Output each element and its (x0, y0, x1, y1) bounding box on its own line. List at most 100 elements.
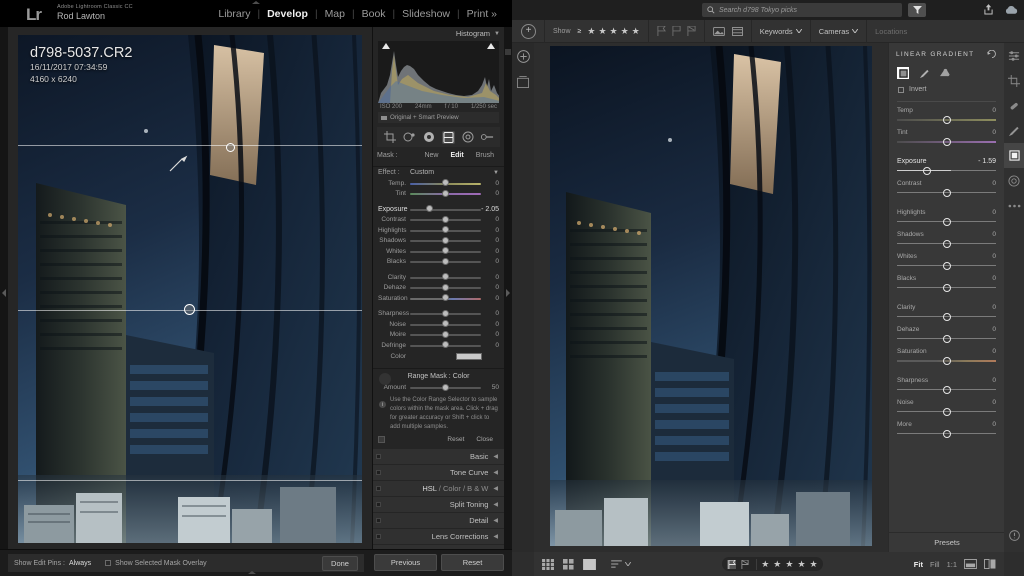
slider-blacks[interactable]: Blacks 0 (373, 257, 504, 268)
linear-gradient-tool-icon[interactable] (897, 67, 909, 79)
presets-button[interactable]: Presets (889, 532, 1005, 552)
more-options-icon[interactable] (1004, 193, 1024, 218)
slider-temp[interactable]: Temp. 0 (373, 178, 504, 189)
cc-slider-whites[interactable]: Whites 0 (889, 248, 1004, 270)
slider-track[interactable] (410, 226, 481, 235)
help-icon[interactable] (1004, 523, 1024, 548)
invert-checkbox[interactable] (898, 86, 904, 93)
gradient-guide-top[interactable] (18, 145, 362, 146)
video-type-icon[interactable] (731, 26, 743, 36)
cc-slider-track[interactable] (897, 115, 996, 124)
optics-icon[interactable] (1004, 168, 1024, 193)
photo-preview[interactable]: d798-5037.CR2 16/11/2017 07:34:59 4160 x… (18, 35, 362, 543)
filter-button[interactable] (908, 3, 926, 17)
add-photo-rail-icon[interactable] (512, 43, 534, 69)
module-print[interactable]: Print » (460, 8, 504, 20)
star-2[interactable]: ★ (598, 26, 606, 37)
star-3[interactable]: ★ (610, 26, 618, 37)
module-library[interactable]: Library (211, 8, 257, 20)
cc-slider-track[interactable] (897, 312, 996, 321)
range-mask-close-button[interactable]: Close (470, 436, 499, 443)
flag-pick-button[interactable] (727, 559, 737, 569)
panel-enable-switch[interactable] (376, 534, 381, 539)
slider-saturation[interactable]: Saturation 0 (373, 293, 504, 304)
slider-defringe[interactable]: Defringe 0 (373, 340, 504, 351)
cc-slider-track[interactable] (897, 166, 996, 175)
cc-slider-highlights[interactable]: Highlights 0 (889, 204, 1004, 226)
cloud-sync-status[interactable] (1004, 5, 1019, 15)
star-3[interactable]: ★ (785, 559, 793, 570)
slider-shadows[interactable]: Shadows 0 (373, 236, 504, 247)
slider-moire[interactable]: Moire 0 (373, 330, 504, 341)
slider-track[interactable] (410, 205, 481, 214)
compare-view-icon[interactable] (964, 559, 977, 569)
slider-track[interactable] (410, 179, 481, 188)
flag-unflagged-icon[interactable] (672, 26, 681, 36)
module-map[interactable]: Map (318, 8, 352, 20)
highlight-clipping-icon[interactable] (487, 43, 495, 49)
red-eye-icon[interactable] (422, 131, 435, 144)
adjustment-brush-icon[interactable] (480, 131, 494, 144)
develop-canvas[interactable]: d798-5037.CR2 16/11/2017 07:34:59 4160 x… (8, 27, 372, 549)
cc-slider-track[interactable] (897, 334, 996, 343)
panel-enable-switch[interactable] (376, 454, 381, 459)
amount-track[interactable] (410, 383, 481, 392)
add-photos-button[interactable]: + (521, 23, 536, 39)
brush-tool-icon[interactable] (918, 67, 930, 79)
zoom-fit-button[interactable]: Fit (914, 560, 923, 569)
healing-brush-icon[interactable] (1004, 93, 1024, 118)
crop-icon[interactable] (1004, 68, 1024, 93)
edit-pins-value[interactable]: Always (69, 560, 91, 567)
cameras-dropdown[interactable]: Cameras (819, 27, 859, 36)
grid-view-icon[interactable] (542, 558, 554, 570)
previous-button[interactable]: Previous (374, 554, 437, 571)
star-1[interactable]: ★ (761, 559, 769, 570)
cc-slider-contrast[interactable]: Contrast 0 (889, 175, 1004, 197)
locations-dropdown[interactable]: Locations (875, 27, 907, 36)
slider-dehaze[interactable]: Dehaze 0 (373, 283, 504, 294)
top-panel-toggle[interactable] (244, 0, 268, 5)
cc-slider-dehaze[interactable]: Dehaze 0 (889, 321, 1004, 343)
invert-mask-row[interactable]: Invert (889, 79, 1004, 93)
rating-operator[interactable]: ≥ (578, 28, 582, 35)
slider-track[interactable] (410, 341, 481, 350)
panel-enable-switch[interactable] (376, 470, 381, 475)
slider-clarity[interactable]: Clarity 0 (373, 272, 504, 283)
mask-brush-button[interactable]: Brush (470, 152, 500, 159)
detail-view-icon[interactable] (583, 558, 596, 570)
slider-highlights[interactable]: Highlights 0 (373, 225, 504, 236)
left-panel-toggle[interactable] (0, 27, 8, 549)
cc-slider-shadows[interactable]: Shadows 0 (889, 226, 1004, 248)
photo-type-icon[interactable] (712, 26, 725, 36)
cc-slider-track[interactable] (897, 385, 996, 394)
rating-stars[interactable]: ★ ★ ★ ★ ★ (587, 26, 639, 37)
mask-new-button[interactable]: New (418, 152, 444, 159)
cc-photo-preview[interactable] (550, 46, 872, 546)
histogram-header[interactable]: Histogram ▼ (373, 27, 504, 40)
module-develop[interactable]: Develop (260, 8, 315, 20)
cc-slider-track[interactable] (897, 429, 996, 438)
range-mask-reset-button[interactable]: Reset (441, 436, 470, 443)
range-mask-title[interactable]: Range Mask : Color (373, 373, 504, 380)
cc-slider-track[interactable] (897, 217, 996, 226)
cc-slider-saturation[interactable]: Saturation 0 (889, 343, 1004, 365)
slider-track[interactable] (410, 236, 481, 245)
cc-slider-sharpness[interactable]: Sharpness 0 (889, 372, 1004, 394)
right-panel-toggle[interactable] (504, 27, 512, 549)
reset-mask-icon[interactable] (987, 50, 997, 58)
zoom-fill-button[interactable]: Fill (930, 560, 940, 569)
shadow-clipping-icon[interactable] (382, 43, 390, 49)
star-2[interactable]: ★ (773, 559, 781, 570)
share-button[interactable] (984, 4, 993, 15)
identity-plate[interactable]: Adobe Lightroom Classic CC Rod Lawton (57, 4, 133, 22)
cc-slider-more[interactable]: More 0 (889, 416, 1004, 438)
radial-filter-icon[interactable] (461, 131, 474, 144)
cc-slider-exposure[interactable]: Exposure - 1.59 (889, 153, 1004, 175)
flag-reject-button[interactable] (740, 559, 749, 569)
mask-overlay-checkbox[interactable] (105, 560, 112, 566)
star-4[interactable]: ★ (797, 559, 805, 570)
albums-rail-icon[interactable] (512, 69, 534, 95)
slider-sharpness[interactable]: Sharpness 0 (373, 309, 504, 320)
star-4[interactable]: ★ (621, 26, 629, 37)
square-grid-icon[interactable] (563, 558, 574, 570)
